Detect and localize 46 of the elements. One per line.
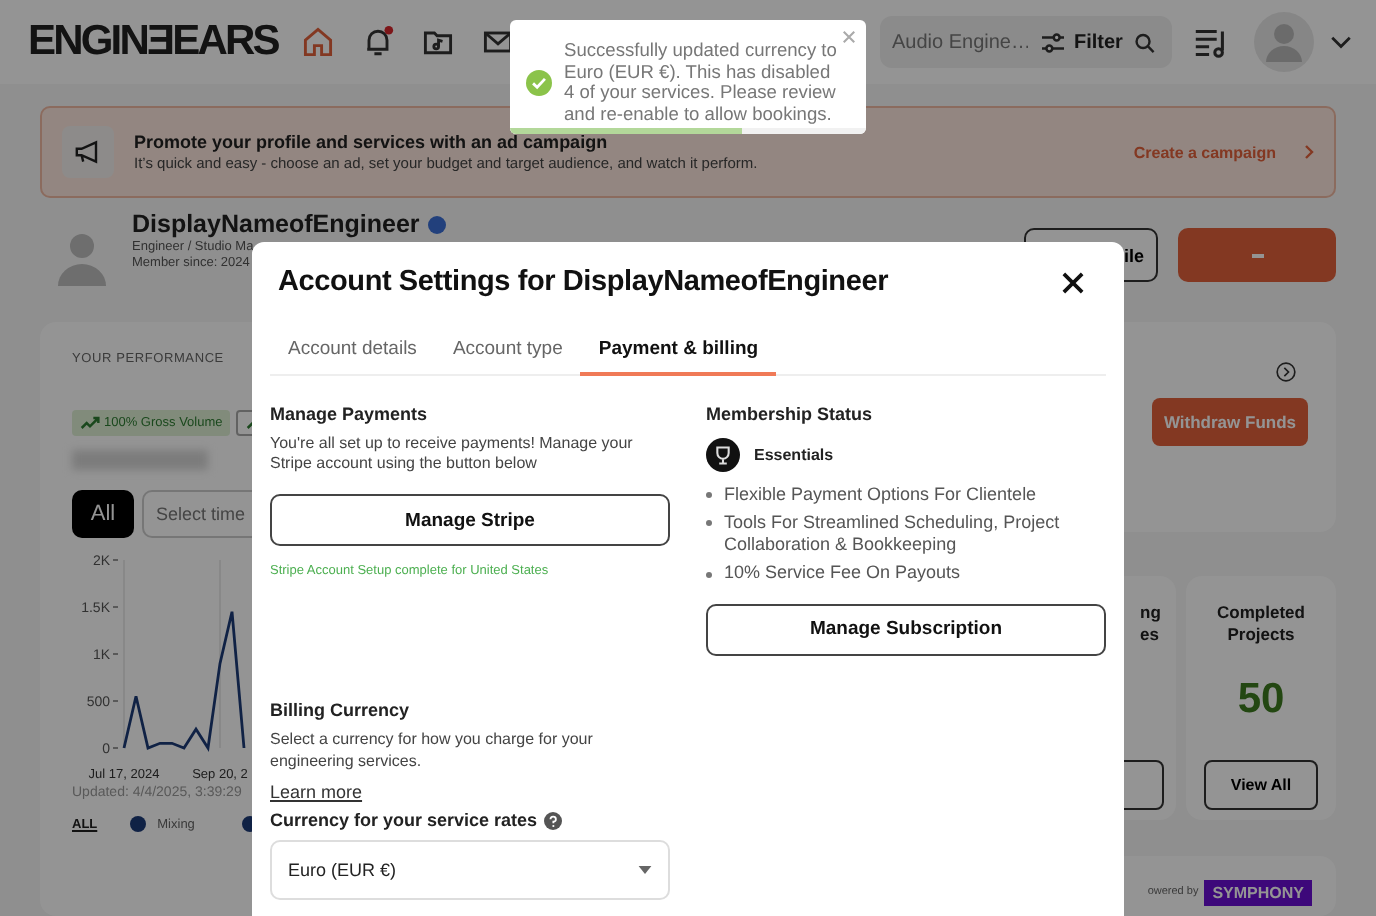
tab[interactable]: Account type xyxy=(434,330,581,376)
section-heading: Membership Status xyxy=(706,403,873,423)
stat-value: 50 xyxy=(1237,675,1285,726)
section-heading: Manage Payments xyxy=(270,403,428,423)
bullet-icon xyxy=(706,492,712,498)
stat-title: ng es xyxy=(1140,602,1163,648)
megaphone-icon xyxy=(62,126,114,178)
feature-item: Tools For Streamlined Scheduling, Project Collaboration & Bookkeeping xyxy=(724,511,1062,557)
tab[interactable]: Payment & billing xyxy=(580,330,777,376)
filter-button[interactable]: Filter xyxy=(1040,31,1123,53)
chevron-down-icon[interactable] xyxy=(1330,35,1352,49)
logo[interactable]: ENGINƎEARS xyxy=(28,16,278,68)
payments-description: You're all set up to receive payments! Manage your Stripe account using the button below xyxy=(270,433,635,475)
currency-label: Currency for your service rates xyxy=(270,810,538,831)
sliders-icon xyxy=(1040,31,1066,53)
legend-dot xyxy=(129,816,146,832)
check-circle-icon xyxy=(526,69,552,95)
stat-title: Completed Projects xyxy=(1215,602,1307,648)
toast-message: Successfully updated currency to Euro (EUR €). This has disabled 4 of your services. Please review and re-enable to allow bookings. xyxy=(564,40,838,124)
view-all-button[interactable]: View All xyxy=(1204,759,1318,810)
learn-more-link[interactable]: Learn more xyxy=(270,782,363,803)
close-icon[interactable] xyxy=(1062,271,1084,293)
manage-stripe-button[interactable]: Manage Stripe xyxy=(270,494,670,547)
dialog-title: Account Settings for DisplayNameofEngineer xyxy=(278,266,889,298)
billing-description: Select a currency for how you charge for your engineering services. xyxy=(270,730,595,773)
manage-subscription-button[interactable]: Manage Subscription xyxy=(706,603,1106,655)
arrow-circle-icon[interactable] xyxy=(1276,362,1296,382)
caret-down-icon xyxy=(638,866,652,875)
bullet-icon xyxy=(706,520,712,527)
help-icon[interactable] xyxy=(543,811,562,830)
all-button[interactable]: All xyxy=(72,490,134,538)
profile-name: DisplayNameofEngineer xyxy=(132,210,420,238)
bullet-icon xyxy=(706,571,712,578)
tab[interactable]: Account details xyxy=(270,330,435,376)
search-icon[interactable] xyxy=(1134,29,1156,55)
currency-select[interactable]: Euro (EUR €) xyxy=(270,840,670,901)
trophy-icon xyxy=(706,437,740,471)
brand-logo: SYMPHONY xyxy=(1204,880,1312,906)
plan-name: Essentials xyxy=(754,445,834,463)
chart-line xyxy=(122,610,246,752)
search-field[interactable]: Audio Engine… Filter xyxy=(880,16,1172,68)
feature-item: Flexible Payment Options For Clientele xyxy=(724,483,1037,506)
home-icon[interactable] xyxy=(300,24,336,60)
feature-item: 10% Service Fee On Payouts xyxy=(724,562,961,585)
section-heading: Billing Currency xyxy=(270,700,410,721)
promo-title: Promote your profile and services with an ad campaign xyxy=(134,132,610,152)
